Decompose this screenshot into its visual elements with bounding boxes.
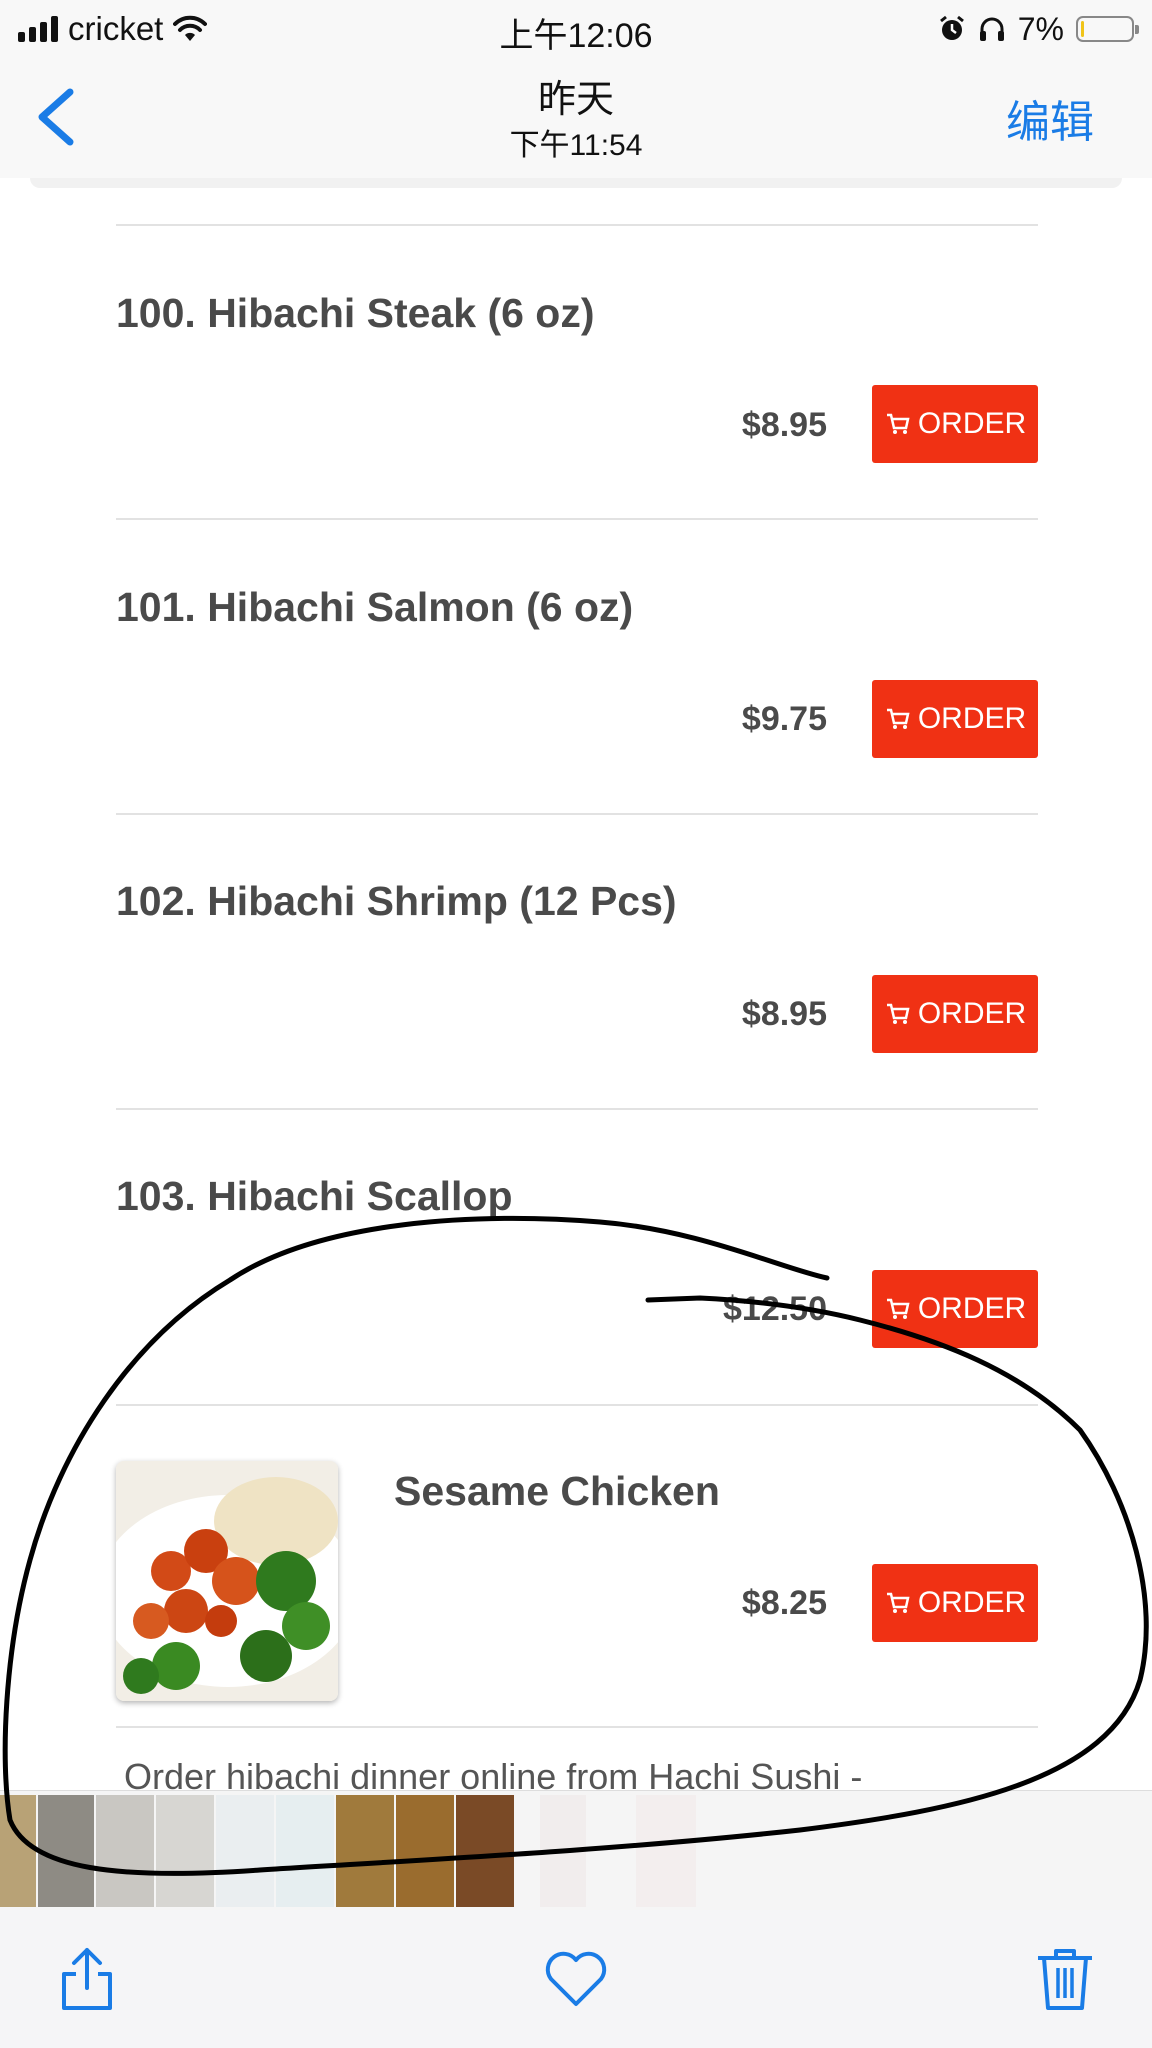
- menu-item-price: $8.95: [741, 995, 827, 1033]
- menu-item-name: 100. Hibachi Steak (6 oz): [116, 290, 595, 336]
- nav-bar: 昨天 下午11:54 编辑: [0, 58, 1152, 179]
- food-thumbnail: [116, 1461, 338, 1701]
- photo-content: 100. Hibachi Steak (6 oz) $8.95 ORDER 10…: [0, 178, 1152, 1790]
- menu-item-name: 103. Hibachi Scallop: [116, 1173, 513, 1219]
- order-label: ORDER: [917, 1586, 1027, 1619]
- film-thumbnail[interactable]: [456, 1795, 514, 1907]
- film-thumbnail[interactable]: [636, 1795, 696, 1907]
- film-thumbnail[interactable]: [276, 1795, 334, 1907]
- divider: [30, 178, 1122, 188]
- status-right: 7%: [938, 8, 1139, 50]
- menu-item-price: $8.95: [741, 406, 827, 444]
- order-button[interactable]: ORDER: [872, 1564, 1038, 1642]
- battery-level: [1081, 21, 1084, 37]
- film-thumbnail[interactable]: [336, 1795, 394, 1907]
- order-label: ORDER: [917, 702, 1027, 735]
- heart-icon[interactable]: [541, 1944, 611, 2014]
- order-label: ORDER: [917, 407, 1027, 440]
- cart-icon: [886, 708, 910, 729]
- headphones-icon: [979, 17, 1004, 41]
- film-thumbnail[interactable]: [396, 1795, 454, 1907]
- battery-percent: 7%: [1017, 10, 1064, 47]
- menu-item-price: $9.75: [741, 700, 827, 738]
- film-thumbnail[interactable]: [96, 1795, 154, 1907]
- share-icon[interactable]: [52, 1944, 122, 2014]
- film-thumbnail[interactable]: [38, 1795, 94, 1907]
- film-thumbnail[interactable]: [540, 1795, 586, 1907]
- divider: [116, 1404, 1038, 1406]
- cart-icon: [886, 413, 910, 434]
- divider: [116, 813, 1038, 815]
- menu-item-name: 101. Hibachi Salmon (6 oz): [116, 584, 634, 630]
- divider: [116, 1726, 1038, 1728]
- status-bar: cricket 上午12:06 7%: [0, 0, 1152, 58]
- alarm-icon: [939, 15, 964, 40]
- footer-text: Order hibachi dinner online from Hachi S…: [124, 1756, 863, 1790]
- trash-icon[interactable]: [1030, 1944, 1100, 2014]
- nav-title: 昨天: [537, 79, 614, 121]
- order-button[interactable]: ORDER: [872, 680, 1038, 758]
- battery-icon: [1076, 16, 1139, 42]
- menu-item-price: $12.50: [723, 1290, 827, 1328]
- menu-item-price: $8.25: [741, 1584, 827, 1622]
- order-button[interactable]: ORDER: [872, 1270, 1038, 1348]
- cart-icon: [886, 1298, 910, 1319]
- nav-subtitle: 下午11:54: [509, 129, 643, 162]
- order-button[interactable]: ORDER: [872, 975, 1038, 1053]
- menu-item-name: 102. Hibachi Shrimp (12 Pcs): [116, 878, 677, 924]
- film-thumbnail[interactable]: [156, 1795, 214, 1907]
- order-button[interactable]: ORDER: [872, 385, 1038, 463]
- divider: [116, 224, 1038, 226]
- film-thumbnail[interactable]: [216, 1795, 274, 1907]
- order-label: ORDER: [917, 997, 1027, 1030]
- order-label: ORDER: [917, 1292, 1027, 1325]
- edit-button[interactable]: 编辑: [1006, 86, 1094, 150]
- film-thumbnail[interactable]: [0, 1795, 36, 1907]
- divider: [116, 518, 1038, 520]
- menu-item-name: Sesame Chicken: [394, 1468, 720, 1514]
- cart-icon: [886, 1003, 910, 1024]
- divider: [116, 1108, 1038, 1110]
- cart-icon: [886, 1592, 910, 1613]
- photo-filmstrip[interactable]: [0, 1790, 1152, 1911]
- bottom-toolbar: [0, 1910, 1152, 2048]
